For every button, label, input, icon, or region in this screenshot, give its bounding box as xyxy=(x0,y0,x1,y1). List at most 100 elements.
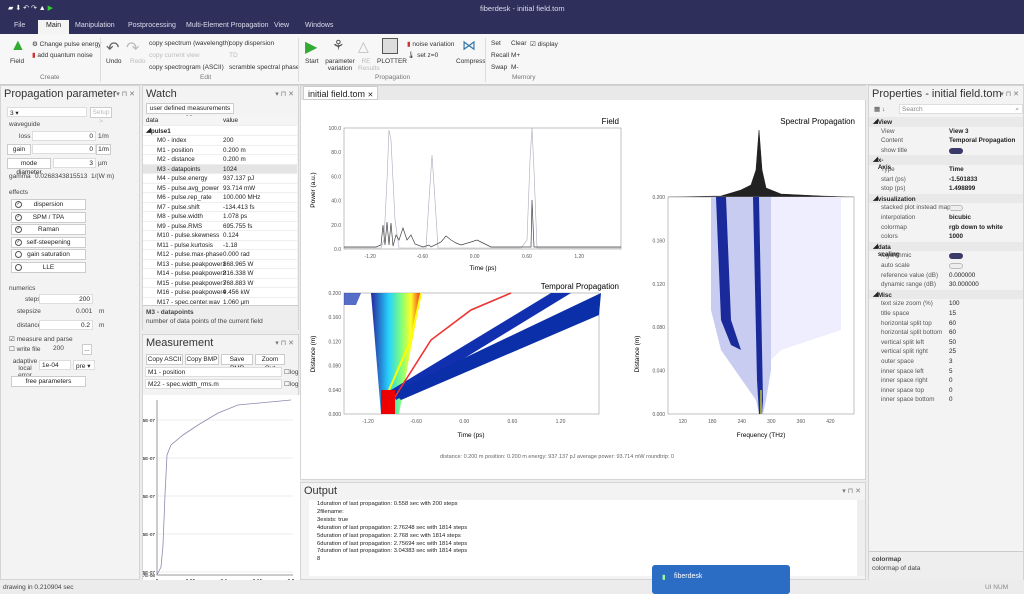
watch-row[interactable]: M7 - pulse.shift -134.413 fs xyxy=(143,202,297,213)
property-row[interactable]: show title xyxy=(869,146,1023,156)
redo-button[interactable]: Redo xyxy=(130,58,146,65)
toggle-switch[interactable] xyxy=(949,205,963,212)
property-row[interactable]: Content Temporal Propagation xyxy=(869,136,1023,146)
property-row[interactable]: reference value (dB) 0.000000 xyxy=(869,271,1023,281)
property-row[interactable]: horizontal split bottom 60 xyxy=(869,328,1023,338)
toggle-switch[interactable] xyxy=(949,253,963,260)
property-row[interactable]: vertical split right 25 xyxy=(869,347,1023,357)
x-measure-select[interactable]: M1 - position xyxy=(145,367,282,377)
property-row[interactable]: outer space 3 xyxy=(869,357,1023,367)
gain-button[interactable]: gain xyxy=(7,144,31,155)
toggle-switch[interactable] xyxy=(949,147,963,154)
output-scrollbar[interactable] xyxy=(857,500,865,576)
x-log-checkbox[interactable]: ☐log xyxy=(284,368,299,376)
mode-diameter-button[interactable]: mode diameter xyxy=(7,158,51,176)
distance-input[interactable]: 0.2 xyxy=(39,320,93,330)
property-row[interactable]: interpolation bicubic xyxy=(869,213,1023,223)
watch-row[interactable]: M16 - pulse.peakpower4 9.456 kW xyxy=(143,288,297,298)
y-measure-select[interactable]: M22 - spec.width_rms.m xyxy=(145,379,282,389)
gain-unit-button[interactable]: 1/m xyxy=(96,144,111,155)
watch-row[interactable]: M8 - pulse.width 1.078 ps xyxy=(143,212,297,222)
setup-button[interactable]: Setup > xyxy=(90,107,112,125)
watch-row[interactable]: M13 - pulse.peakpower1 868.965 W xyxy=(143,259,297,270)
y-log-checkbox[interactable]: ☐log xyxy=(284,380,299,388)
td-button[interactable]: TD xyxy=(229,52,238,59)
watch-row[interactable]: M10 - pulse.skewness 0.124 xyxy=(143,231,297,241)
property-row[interactable]: stop (ps) 1.498899 xyxy=(869,184,1023,194)
loss-input[interactable]: 0 xyxy=(32,131,96,141)
effect-toggle[interactable]: LLE xyxy=(11,261,86,273)
property-category[interactable]: ◢ x-Axis xyxy=(869,155,1023,171)
property-row[interactable]: colors 1000 xyxy=(869,232,1023,242)
property-row[interactable]: horizontal split top 60 xyxy=(869,319,1023,329)
property-category[interactable]: ◢ Misc xyxy=(869,289,1023,300)
watch-row[interactable]: M0 - index 200 xyxy=(143,136,297,146)
watch-row[interactable]: M12 - pulse.max-phase 0.000 rad xyxy=(143,250,297,260)
adaptive-input[interactable]: 1e-04 xyxy=(39,360,71,370)
effect-toggle[interactable]: ✓ self-steepening xyxy=(11,236,86,248)
notification-toast[interactable]: ▮ fiberdesk xyxy=(652,565,790,594)
memory-clear-button[interactable]: Clear xyxy=(511,40,527,47)
tab-manipulation[interactable]: Manipulation xyxy=(75,22,115,29)
noise-variation-button[interactable]: ▮ noise variation xyxy=(407,40,454,48)
property-row[interactable]: inner space left 5 xyxy=(869,367,1023,377)
property-row[interactable]: start (ps) -1.501833 xyxy=(869,175,1023,185)
property-category[interactable]: ◢ View xyxy=(869,117,1023,127)
panel-controls[interactable]: ▾ ⊓ ✕ xyxy=(275,90,294,98)
compress-button[interactable]: Compress xyxy=(456,58,486,65)
tab-multi-element[interactable]: Multi-Element Propagation xyxy=(186,22,269,29)
parameter-variation-button[interactable]: parameter variation xyxy=(325,58,355,72)
copy-spectrum-button[interactable]: copy spectrum (wavelength) xyxy=(149,40,230,47)
memory-set-button[interactable]: Set xyxy=(491,40,501,47)
watch-row[interactable]: M9 - pulse.RMS 695.755 fs xyxy=(143,221,297,232)
watch-row[interactable]: M4 - pulse.energy 937.137 pJ xyxy=(143,174,297,184)
watch-row[interactable]: M14 - pulse.peakpower2 816.338 W xyxy=(143,269,297,279)
scramble-phase-button[interactable]: scramble spectral phase xyxy=(229,64,299,71)
property-row[interactable]: text size zoom (%) 100 xyxy=(869,299,1023,309)
copy-ascii-button[interactable]: Copy ASCII xyxy=(146,354,183,365)
write-file-checkbox[interactable]: ☐ write file xyxy=(9,345,40,353)
watch-row[interactable]: M1 - position 0.200 m xyxy=(143,145,297,156)
tab-postprocessing[interactable]: Postprocessing xyxy=(128,22,176,29)
copy-view-button[interactable]: copy current view xyxy=(149,52,200,59)
copy-spectrogram-button[interactable]: copy spectrogram (ASCII) xyxy=(149,64,224,71)
effect-toggle[interactable]: ✓ Raman xyxy=(11,224,86,235)
browse-button[interactable]: ... xyxy=(82,344,92,355)
save-bmp-button[interactable]: Save BMP xyxy=(221,354,253,372)
property-category[interactable]: ◢ visualization xyxy=(869,193,1023,204)
zoom-out-button[interactable]: Zoom Out xyxy=(255,354,285,372)
property-row[interactable]: inner space bottom 0 xyxy=(869,395,1023,405)
display-checkbox[interactable]: ☑ display xyxy=(530,40,558,48)
panel-controls[interactable]: ▾ ⊓ ✕ xyxy=(1000,90,1019,98)
copy-bmp-button[interactable]: Copy BMP xyxy=(185,354,219,365)
undo-button[interactable]: Undo xyxy=(106,58,122,65)
tab-view[interactable]: View xyxy=(274,22,289,29)
user-defined-measurements-button[interactable]: user defined measurements >> xyxy=(146,103,234,121)
memory-plus-button[interactable]: M+ xyxy=(511,52,520,59)
tab-main[interactable]: Main xyxy=(38,20,70,34)
watch-group[interactable]: pulse1 xyxy=(151,128,171,135)
property-row[interactable]: stacked plot instead map xyxy=(869,203,1023,213)
sort-icons[interactable]: ▦ ↓ xyxy=(874,105,885,113)
quick-access-icons[interactable]: ▰ ⬇ ↶ ↷ ▲ ▶ xyxy=(8,4,53,12)
propagation-mode-select[interactable]: 3 ▾ xyxy=(7,107,87,117)
effect-toggle[interactable]: ✓ SPM / TPA xyxy=(11,211,86,223)
tab-file[interactable]: File xyxy=(14,22,25,29)
property-row[interactable]: inner space top 0 xyxy=(869,386,1023,396)
watch-row[interactable]: M6 - pulse.rep_rate 100.000 MHz xyxy=(143,193,297,203)
free-parameters-button[interactable]: free parameters xyxy=(11,376,86,387)
tab-initial-field[interactable]: initial field.tom ✕ xyxy=(303,86,379,100)
property-row[interactable]: auto scale xyxy=(869,261,1023,271)
panel-controls[interactable]: ▾ ⊓ ✕ xyxy=(116,90,135,98)
property-row[interactable]: title space 15 xyxy=(869,309,1023,319)
steps-input[interactable]: 200 xyxy=(39,294,93,304)
effect-toggle[interactable]: ✓ dispersion xyxy=(11,199,86,210)
watch-row[interactable]: M11 - pulse.kurtosis -1.18 xyxy=(143,240,297,251)
panel-controls[interactable]: ▾ ⊓ ✕ xyxy=(842,487,861,495)
property-row[interactable]: View View 3 xyxy=(869,127,1023,137)
mode-diameter-input[interactable]: 3 xyxy=(53,158,96,168)
change-energy-button[interactable]: ⚙ Change pulse energy xyxy=(32,40,101,48)
property-row[interactable]: colormap rgb down to white xyxy=(869,223,1023,233)
write-file-count[interactable]: 200 xyxy=(53,345,64,352)
set-z0-button[interactable]: 🌡 set z=0 xyxy=(407,51,438,59)
